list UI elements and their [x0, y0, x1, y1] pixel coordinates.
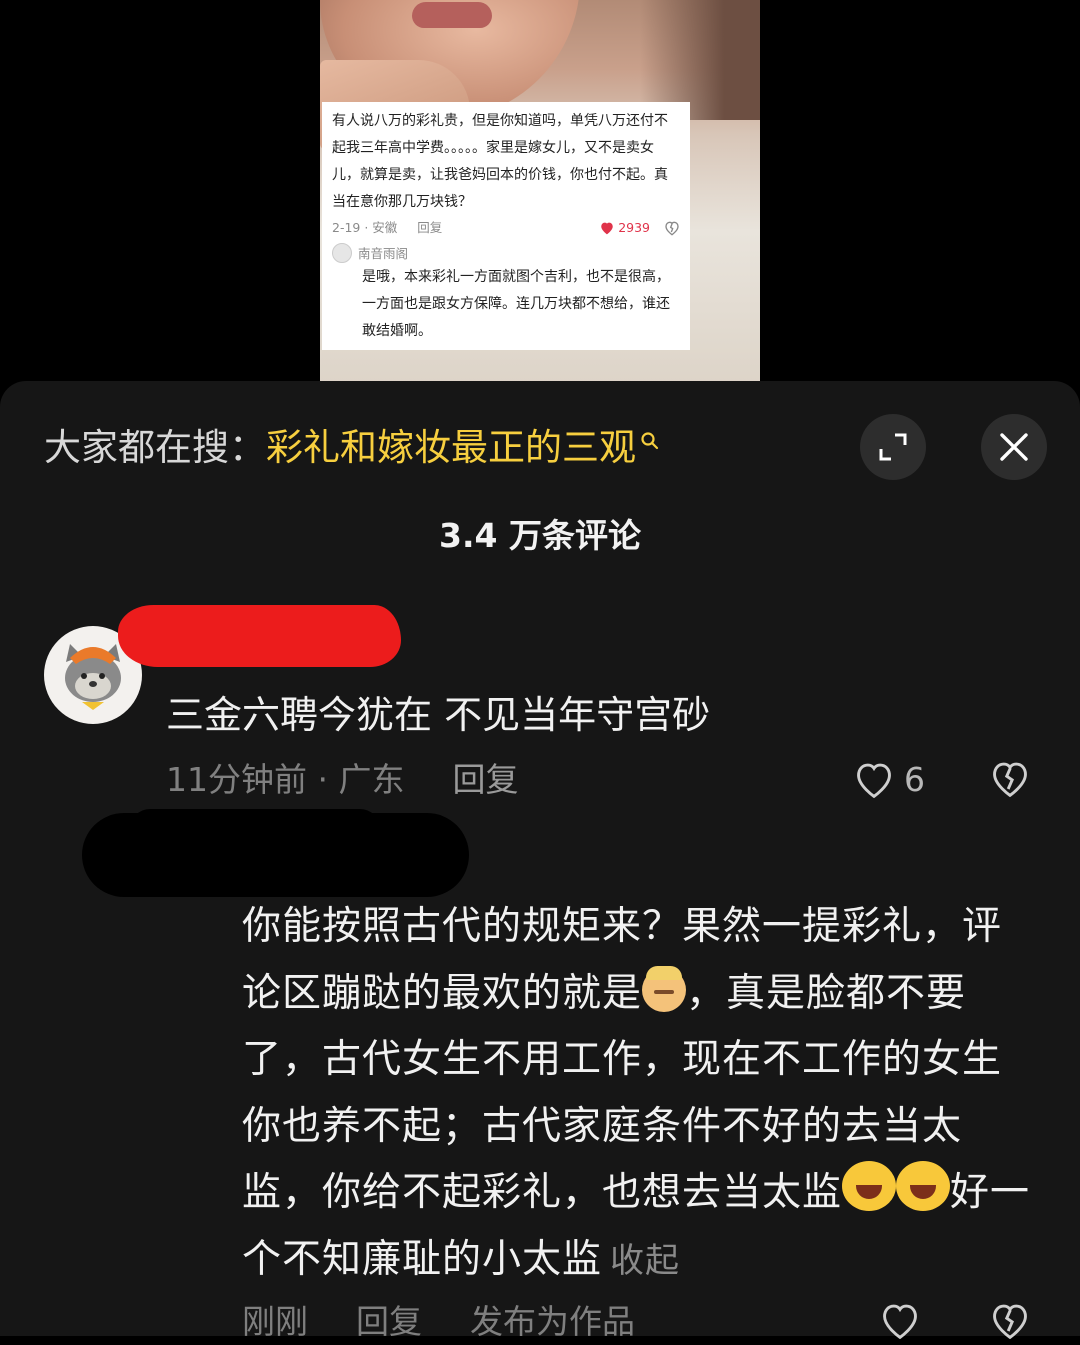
embedded-comment-meta: 2-19 · 安徽 回复 2939 [332, 216, 680, 240]
man-emoji-icon [642, 965, 687, 1012]
search-icon [641, 432, 659, 450]
dislike-button[interactable] [988, 1301, 1032, 1345]
redacted-username [82, 813, 469, 897]
publish-as-work-button[interactable]: 发布为作品 [470, 1299, 635, 1345]
reply-button[interactable]: 回复 [356, 1299, 422, 1345]
collapse-link[interactable]: 收起 [610, 1241, 680, 1281]
laughing-emoji-icon [896, 1161, 951, 1211]
embedded-likes: 2939 [599, 216, 650, 240]
broken-heart-icon [993, 762, 1027, 798]
broken-heart-icon [993, 1304, 1027, 1340]
reply-comment-text: 你能按照古代的规矩来？果然一提彩礼，评论区蹦跶的最欢的就是 ，真是脸都不要了，古代… [242, 894, 1032, 1294]
heart-icon [883, 1304, 917, 1340]
trending-search-topic[interactable]: 彩礼和嫁妆最正的三观 [266, 423, 636, 473]
expand-icon [879, 433, 907, 461]
embedded-reply-username: 南音雨阁 [358, 245, 409, 261]
redacted-username [118, 605, 401, 667]
close-icon [1000, 433, 1028, 461]
avatar [332, 243, 352, 263]
broken-heart-icon [665, 221, 679, 236]
comment-meta: 11分钟前 · 广东 回复 [166, 757, 518, 803]
embedded-reply-text: 是哦，本来彩礼一方面就图个吉利，也不是很高，一方面也是跟女方保障。连几万块都不想… [362, 269, 670, 339]
embedded-reply-label: 回复 [417, 220, 443, 235]
embedded-comment-text: 有人说八万的彩礼贵，但是你知道吗，单凭八万还付不起我三年高中学费。。。。。家里是… [332, 113, 668, 210]
reply-comment-meta: 刚刚 回复 发布为作品 [242, 1299, 635, 1345]
embedded-likes-count: 2939 [618, 220, 650, 235]
like-button[interactable]: 6 [852, 757, 925, 803]
comment-time-location: 11分钟前 · 广东 [166, 760, 405, 799]
comment-count: 3.4 万条评论 [439, 516, 641, 555]
dislike-button[interactable] [988, 759, 1032, 803]
reply-comment-time: 刚刚 [242, 1302, 308, 1341]
heart-icon [857, 763, 891, 799]
reply-button[interactable]: 回复 [452, 757, 518, 803]
comment-panel: 大家都在搜： 彩礼和嫁妆最正的三观 3.4 万条评论 三金六聘今犹在 不见当年守… [0, 381, 1080, 1341]
laughing-emoji-icon [842, 1161, 897, 1211]
trending-search[interactable]: 大家都在搜： 彩礼和嫁妆最正的三观 [44, 423, 660, 473]
close-button[interactable] [981, 414, 1047, 480]
embedded-comment-screenshot: 有人说八万的彩礼贵，但是你知道吗，单凭八万还付不起我三年高中学费。。。。。家里是… [322, 102, 690, 350]
comment-text: 三金六聘今犹在 不见当年守宫砂 [166, 693, 711, 737]
like-button[interactable] [878, 1301, 922, 1345]
heart-icon [601, 222, 613, 235]
trending-search-prefix: 大家都在搜： [44, 426, 266, 469]
embedded-reply-header: 南音雨阁 [332, 242, 680, 264]
expand-button[interactable] [860, 414, 926, 480]
lips-image [412, 2, 492, 28]
embedded-comment-date: 2-19 · 安徽 [332, 220, 398, 235]
like-count: 6 [904, 760, 925, 799]
